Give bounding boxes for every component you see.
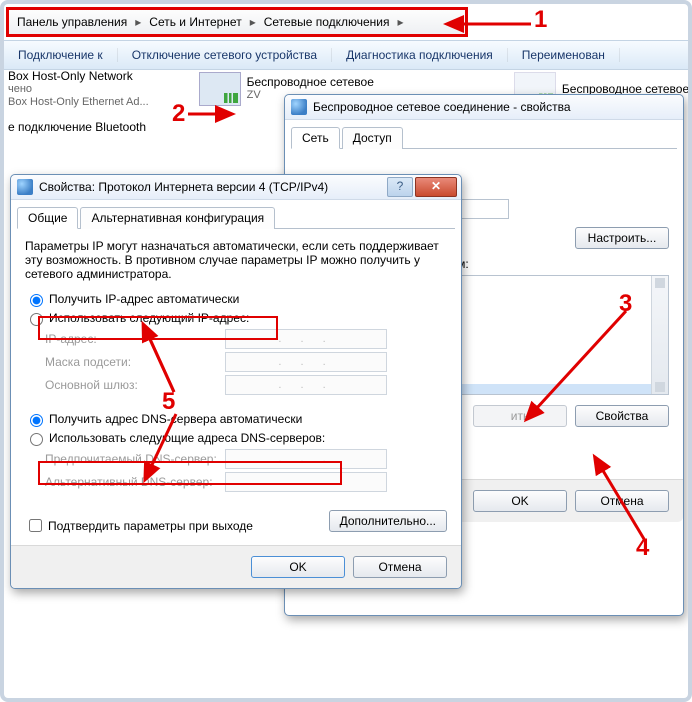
- ip-label: IP-адрес:: [45, 332, 225, 346]
- tab-access[interactable]: Доступ: [342, 127, 403, 149]
- annotation-number: 3: [619, 290, 632, 318]
- window-title: Свойства: Протокол Интернета версии 4 (T…: [39, 180, 328, 194]
- checkbox-label: Подтвердить параметры при выходе: [48, 519, 253, 533]
- toolbar: Подключение к Отключение сетевого устрой…: [4, 40, 692, 70]
- titlebar[interactable]: Свойства: Протокол Интернета версии 4 (T…: [11, 175, 461, 200]
- chevron-right-icon: ▸: [394, 15, 408, 29]
- radio-label: Получить IP-адрес автоматически: [49, 292, 239, 306]
- cancel-button[interactable]: Отмена: [575, 490, 669, 512]
- annotation-number: 5: [162, 388, 175, 416]
- install-button[interactable]: ить: [473, 405, 567, 427]
- radio-label: Использовать следующие адреса DNS-сервер…: [49, 431, 325, 445]
- annotation-number: 4: [636, 534, 649, 562]
- toolbar-disable[interactable]: Отключение сетевого устройства: [118, 48, 332, 62]
- ok-button[interactable]: OK: [251, 556, 345, 578]
- gateway-label: Основной шлюз:: [45, 378, 225, 392]
- dns1-label: Предпочитаемый DNS-сервер:: [45, 452, 225, 466]
- annotation-number: 1: [534, 6, 547, 34]
- close-button[interactable]: ✕: [415, 177, 457, 197]
- radio-label: Получить адрес DNS-сервера автоматически: [49, 412, 302, 426]
- radio-obtain-ip-auto[interactable]: Получить IP-адрес автоматически: [25, 291, 447, 307]
- radio-obtain-dns-auto[interactable]: Получить адрес DNS-сервера автоматически: [25, 411, 447, 427]
- ipv4-properties-window: Свойства: Протокол Интернета версии 4 (T…: [10, 174, 462, 589]
- window-icon: [17, 179, 33, 195]
- radio-use-dns[interactable]: Использовать следующие адреса DNS-сервер…: [25, 430, 447, 446]
- dns2-label: Альтернативный DNS-сервер:: [45, 475, 225, 489]
- checkbox-input[interactable]: [29, 519, 42, 532]
- ok-button[interactable]: OK: [473, 490, 567, 512]
- radio-input[interactable]: [30, 414, 43, 427]
- connection-name: Box Host-Only Network: [8, 70, 149, 83]
- annotation-number: 2: [172, 100, 185, 128]
- radio-label: Использовать следующий IP-адрес:: [49, 311, 249, 325]
- breadcrumb-item[interactable]: Сетевые подключения: [260, 15, 394, 29]
- arrow-icon: [456, 16, 536, 39]
- chevron-right-icon: ▸: [246, 15, 260, 29]
- configure-button[interactable]: Настроить...: [575, 227, 669, 249]
- window-title: Беспроводное сетевое соединение - свойст…: [313, 100, 571, 114]
- advanced-button[interactable]: Дополнительно...: [329, 510, 447, 532]
- toolbar-connect[interactable]: Подключение к: [4, 48, 118, 62]
- connection-status: чено: [8, 83, 149, 96]
- radio-input[interactable]: [30, 313, 43, 326]
- connection-name: Беспроводное сетевое: [247, 76, 374, 89]
- radio-input[interactable]: [30, 294, 43, 307]
- connection-name: е подключение Bluetooth: [8, 121, 146, 134]
- tab-altconfig[interactable]: Альтернативная конфигурация: [80, 207, 275, 229]
- dns2-field[interactable]: . . .: [225, 472, 387, 492]
- validate-checkbox[interactable]: Подтвердить параметры при выходе: [25, 516, 253, 535]
- tab-general[interactable]: Общие: [17, 207, 78, 229]
- ip-field[interactable]: . . .: [225, 329, 387, 349]
- toolbar-rename[interactable]: Переименован: [508, 48, 620, 62]
- radio-input[interactable]: [30, 433, 43, 446]
- breadcrumb-item[interactable]: Сеть и Интернет: [145, 15, 245, 29]
- toolbar-diagnose[interactable]: Диагностика подключения: [332, 48, 508, 62]
- radio-use-ip[interactable]: Использовать следующий IP-адрес:: [25, 310, 447, 326]
- tab-network[interactable]: Сеть: [291, 127, 340, 149]
- help-button[interactable]: ?: [387, 177, 413, 197]
- connection-adapter: Box Host-Only Ethernet Ad...: [8, 96, 149, 109]
- dns1-field[interactable]: . . .: [225, 449, 387, 469]
- titlebar[interactable]: Беспроводное сетевое соединение - свойст…: [285, 95, 683, 120]
- intro-text: Параметры IP могут назначаться автоматич…: [25, 239, 447, 281]
- properties-button[interactable]: Свойства: [575, 405, 669, 427]
- cancel-button[interactable]: Отмена: [353, 556, 447, 578]
- gateway-field[interactable]: . . .: [225, 375, 387, 395]
- mask-field[interactable]: . . .: [225, 352, 387, 372]
- breadcrumb-item[interactable]: Панель управления: [13, 15, 131, 29]
- breadcrumb[interactable]: Панель управления▸ Сеть и Интернет▸ Сете…: [6, 7, 468, 37]
- mask-label: Маска подсети:: [45, 355, 225, 369]
- window-icon: [291, 99, 307, 115]
- network-icon: [199, 72, 241, 106]
- chevron-right-icon: ▸: [131, 15, 145, 29]
- scrollbar[interactable]: [651, 276, 668, 394]
